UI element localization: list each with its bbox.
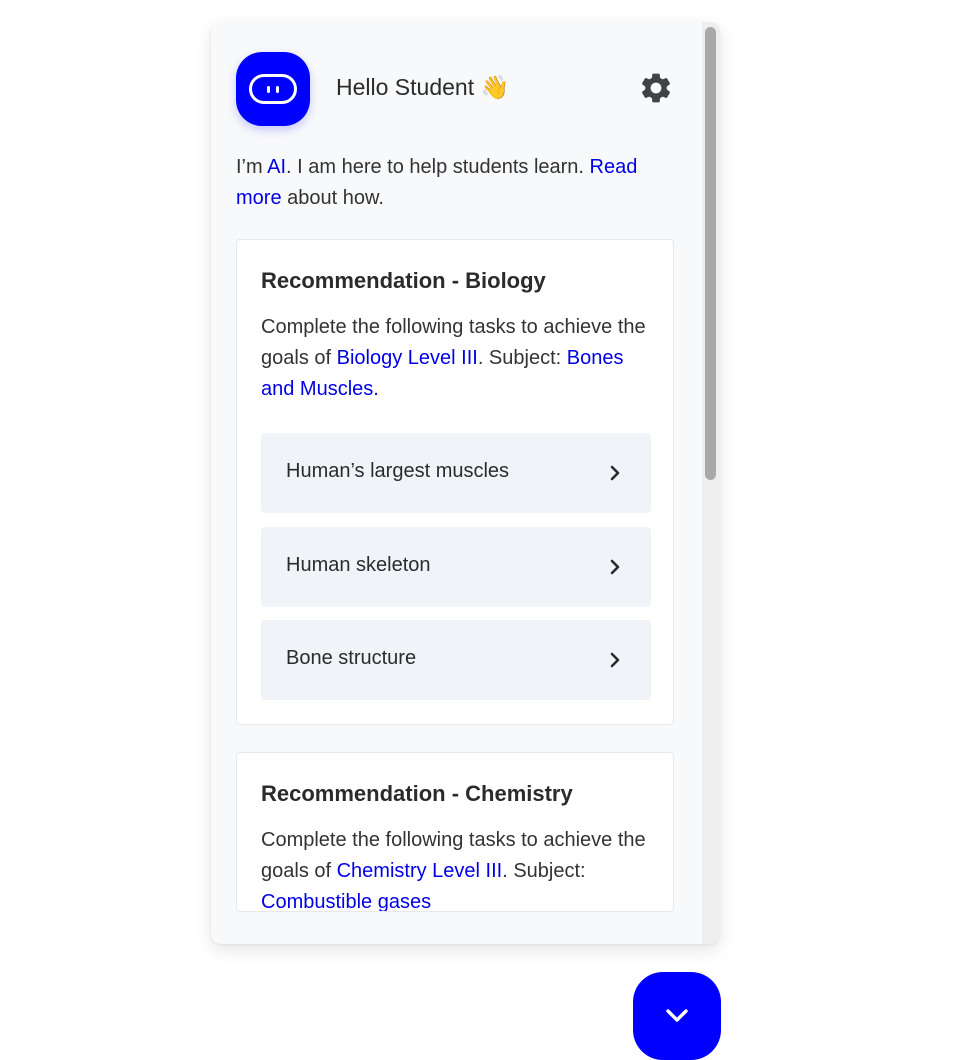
level-link[interactable]: Biology Level III (337, 347, 478, 369)
assistant-avatar (236, 52, 310, 126)
level-link[interactable]: Chemistry Level III (337, 860, 503, 882)
chevron-right-icon (610, 652, 620, 668)
task-label: Human skeleton (286, 554, 431, 576)
card-description: Complete the following tasks to achieve … (261, 316, 646, 400)
task-item[interactable]: Bone structure (261, 620, 651, 700)
subject-link[interactable]: Combustible gases (261, 891, 431, 911)
chevron-right-icon (610, 465, 620, 481)
scrollbar-thumb[interactable] (705, 27, 716, 480)
card-description: Complete the following tasks to achieve … (261, 829, 646, 912)
recommendation-card-biology: Recommendation - Biology Complete the fo… (236, 239, 674, 725)
assistant-panel: Hello Student 👋 I’m AI. I am here to hel… (211, 22, 720, 944)
task-item[interactable]: Human’s largest muscles (261, 433, 651, 513)
ai-link[interactable]: AI (267, 156, 286, 178)
card-title: Recommendation - Biology (261, 268, 546, 293)
robot-face-icon (249, 74, 297, 104)
recommendation-card-chemistry: Recommendation - Chemistry Complete the … (236, 752, 674, 912)
task-label: Bone structure (286, 647, 417, 669)
task-label: Human’s largest muscles (286, 460, 510, 482)
greeting-text: Hello Student 👋 (336, 74, 510, 100)
scroll-down-button[interactable] (633, 972, 721, 1060)
chevron-down-icon (666, 1009, 688, 1022)
intro-text: I’m AI. I am here to help students learn… (236, 156, 638, 209)
card-title: Recommendation - Chemistry (261, 781, 573, 806)
chat-widget-stage: Hello Student 👋 I’m AI. I am here to hel… (0, 0, 954, 1060)
gear-icon[interactable] (638, 70, 674, 106)
chevron-right-icon (610, 559, 620, 575)
task-item[interactable]: Human skeleton (261, 527, 651, 607)
